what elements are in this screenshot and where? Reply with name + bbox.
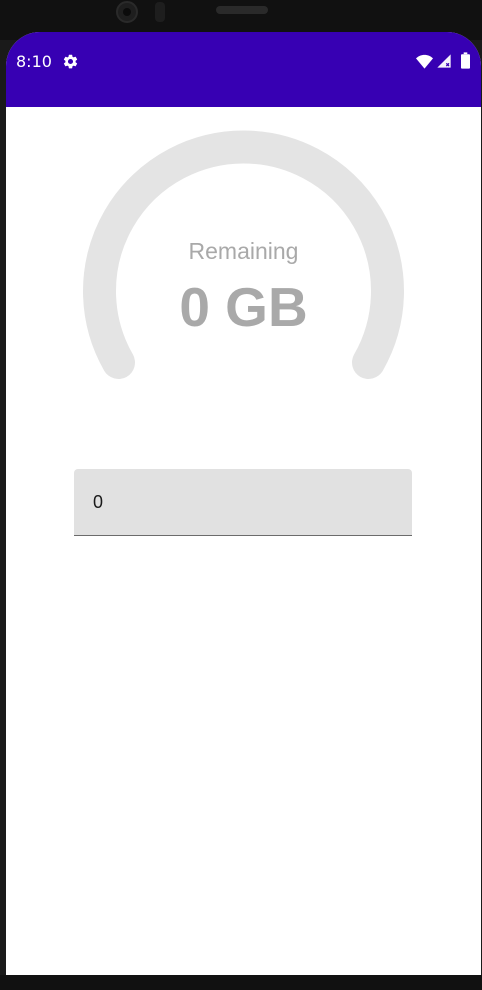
device-bottom-bezel bbox=[0, 975, 482, 990]
speaker-grille bbox=[216, 6, 268, 14]
amount-input[interactable]: 0 bbox=[74, 469, 412, 536]
signal-icon bbox=[437, 54, 451, 68]
gear-icon bbox=[63, 54, 78, 69]
gauge-value: 0 GB bbox=[179, 276, 308, 338]
status-time: 8:10 bbox=[16, 52, 52, 71]
sensor-icon bbox=[155, 2, 165, 22]
wifi-icon bbox=[416, 54, 433, 69]
gauge-label: Remaining bbox=[188, 238, 299, 264]
amount-input-value: 0 bbox=[93, 492, 104, 512]
battery-icon bbox=[461, 52, 470, 69]
device-frame: 8:10 Remaining 0 GB 0 bbox=[0, 0, 482, 990]
app-screen: 8:10 Remaining 0 GB 0 bbox=[6, 32, 481, 975]
camera-icon bbox=[116, 1, 138, 23]
status-bar: 8:10 bbox=[6, 32, 481, 107]
